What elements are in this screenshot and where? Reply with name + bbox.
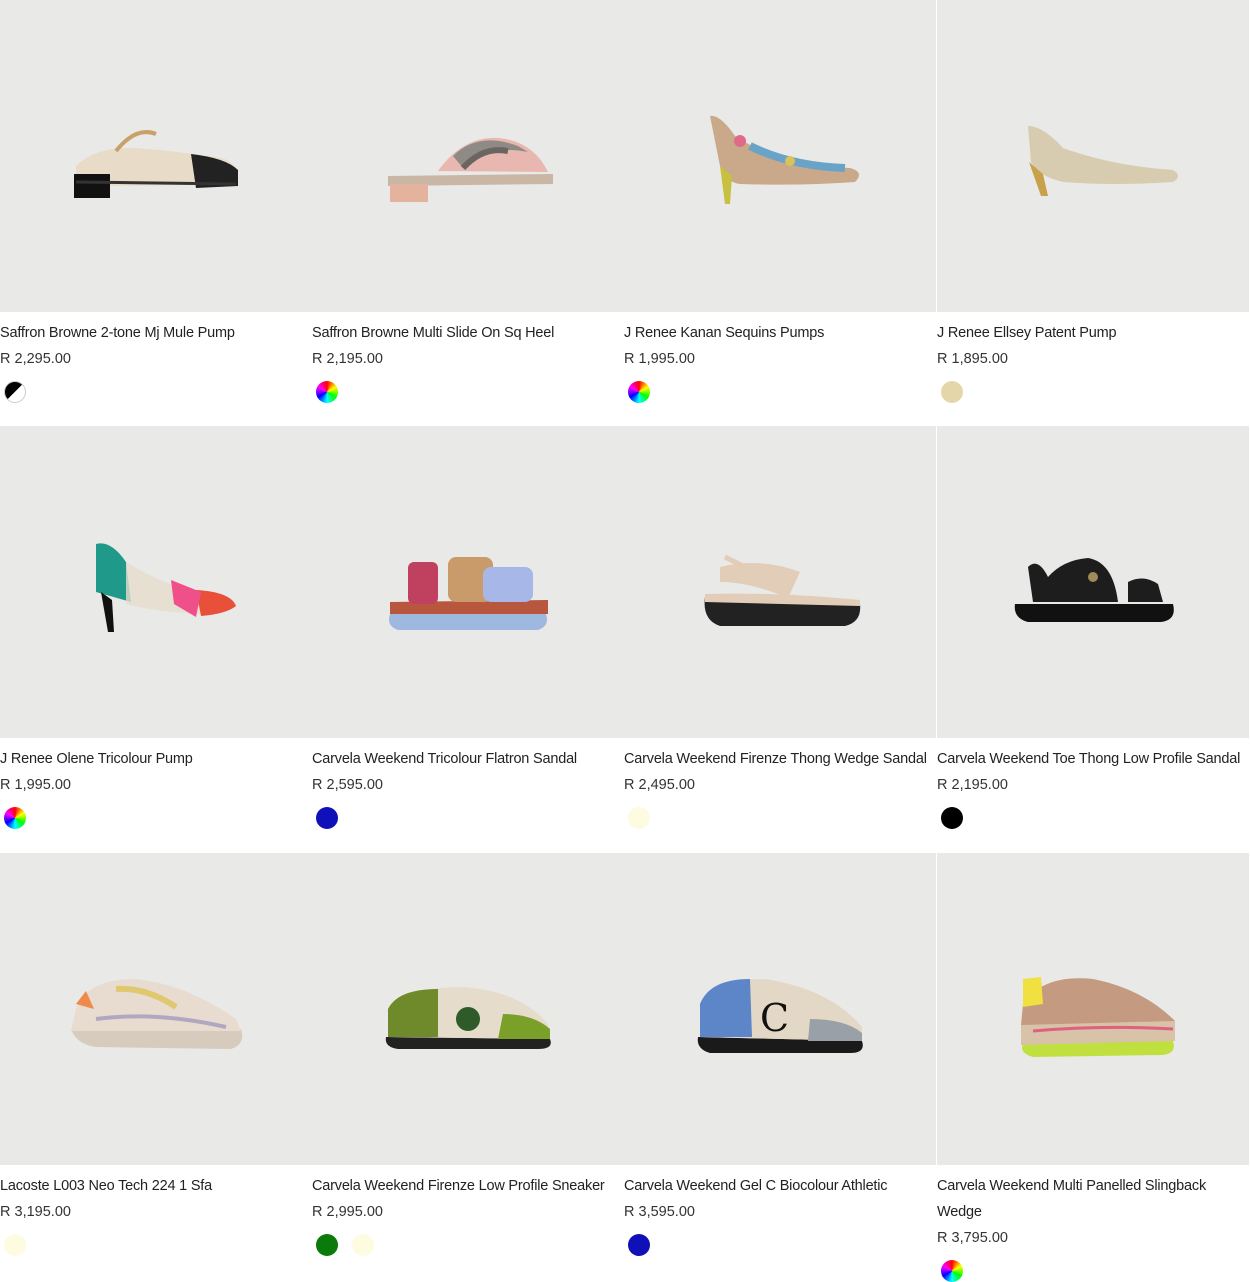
product-name[interactable]: Carvela Weekend Tricolour Flatron Sandal [312,746,624,772]
product-card[interactable]: Saffron Browne Multi Slide On Sq Heel R … [312,0,624,403]
product-name[interactable]: Saffron Browne 2-tone Mj Mule Pump [0,320,312,346]
product-card[interactable]: Carvela Weekend Firenze Low Profile Snea… [312,853,624,1256]
product-image[interactable] [0,426,312,738]
product-name[interactable]: Carvela Weekend Toe Thong Low Profile Sa… [937,746,1249,772]
product-card[interactable]: Carvela Weekend Multi Panelled Slingback… [937,853,1249,1282]
product-price: R 3,795.00 [937,1230,1008,1246]
mule-pump-shoe [74,130,238,198]
color-swatch-multi[interactable] [316,381,338,403]
product-price: R 2,295.00 [0,351,71,367]
product-price: R 2,995.00 [312,1204,383,1220]
product-card[interactable]: J Renee Kanan Sequins Pumps R 1,995.00 [624,0,936,403]
product-card[interactable]: C Carvela Weekend Gel C Biocolour Athlet… [624,853,936,1256]
product-name[interactable]: Carvela Weekend Gel C Biocolour Athletic [624,1173,936,1199]
product-card[interactable]: Carvela Weekend Tricolour Flatron Sandal… [312,426,624,829]
product-image[interactable] [624,426,936,738]
product-grid: Saffron Browne 2-tone Mj Mule Pump R 2,2… [0,0,1250,1282]
color-swatches [624,381,936,403]
product-name[interactable]: J Renee Ellsey Patent Pump [937,320,1249,346]
product-price: R 2,195.00 [312,351,383,367]
product-name[interactable]: J Renee Olene Tricolour Pump [0,746,312,772]
color-swatch-cream[interactable] [352,1234,374,1256]
patent-pump-shoe [1028,126,1178,196]
green-sneaker-shoe [385,987,551,1049]
color-swatches [937,807,1249,829]
product-price: R 2,595.00 [312,777,383,793]
color-swatches [937,1260,1249,1282]
product-name[interactable]: Lacoste L003 Neo Tech 224 1 Sfa [0,1173,312,1199]
product-card[interactable]: J Renee Olene Tricolour Pump R 1,995.00 [0,426,312,829]
color-swatches [312,381,624,403]
product-name[interactable]: Carvela Weekend Firenze Thong Wedge Sand… [624,746,936,772]
product-image[interactable] [937,853,1249,1165]
product-image[interactable] [0,0,312,312]
color-swatch-cream[interactable] [4,1234,26,1256]
color-swatch-black-white[interactable] [4,381,26,403]
product-card[interactable]: J Renee Ellsey Patent Pump R 1,895.00 [937,0,1249,403]
slide-shoe [388,137,553,202]
product-name[interactable]: J Renee Kanan Sequins Pumps [624,320,936,346]
slingback-wedge-shoe [1021,977,1175,1057]
color-swatches [624,807,936,829]
product-price: R 3,195.00 [0,1204,71,1220]
product-price: R 1,995.00 [624,351,695,367]
color-swatch-green[interactable] [316,1234,338,1256]
product-image[interactable]: C [624,853,936,1165]
color-swatch-multi[interactable] [4,807,26,829]
product-image[interactable] [937,426,1249,738]
product-image[interactable] [312,853,624,1165]
product-price: R 3,595.00 [624,1204,695,1220]
product-price: R 2,195.00 [937,777,1008,793]
color-swatch-multi[interactable] [941,1260,963,1282]
thong-wedge-sandal-shoe [704,554,861,626]
color-swatches [312,807,624,829]
product-image[interactable] [312,426,624,738]
product-price: R 1,995.00 [0,777,71,793]
color-swatch-multi[interactable] [628,381,650,403]
color-swatches [937,381,1249,403]
color-swatch-blue[interactable] [628,1234,650,1256]
tricolour-pump-shoe [96,543,236,632]
color-swatches [0,1234,312,1256]
color-swatches [312,1234,624,1256]
product-name[interactable]: Carvela Weekend Firenze Low Profile Snea… [312,1173,624,1199]
color-swatch-cream[interactable] [628,807,650,829]
product-card[interactable]: Lacoste L003 Neo Tech 224 1 Sfa R 3,195.… [0,853,312,1256]
color-swatch-blue[interactable] [316,807,338,829]
product-name[interactable]: Carvela Weekend Multi Panelled Slingback… [937,1173,1237,1225]
product-price: R 2,495.00 [624,777,695,793]
athletic-sneaker-shoe: C [697,979,863,1053]
color-swatches [624,1234,936,1256]
sequin-pump-shoe [710,115,859,204]
product-image[interactable] [0,853,312,1165]
color-swatches [0,807,312,829]
product-card[interactable]: Carvela Weekend Toe Thong Low Profile Sa… [937,426,1249,829]
product-image[interactable] [312,0,624,312]
product-price: R 1,895.00 [937,351,1008,367]
product-image[interactable] [937,0,1249,312]
toe-thong-sandal-shoe [1014,558,1174,622]
color-swatch-beige[interactable] [941,381,963,403]
product-name[interactable]: Saffron Browne Multi Slide On Sq Heel [312,320,624,346]
flatron-sandal-shoe [389,557,548,630]
chunky-sneaker-shoe [71,979,243,1049]
product-image[interactable] [624,0,936,312]
svg-text:C: C [760,996,789,1040]
product-card[interactable]: Saffron Browne 2-tone Mj Mule Pump R 2,2… [0,0,312,403]
color-swatch-black[interactable] [941,807,963,829]
color-swatches [0,381,312,403]
product-card[interactable]: Carvela Weekend Firenze Thong Wedge Sand… [624,426,936,829]
